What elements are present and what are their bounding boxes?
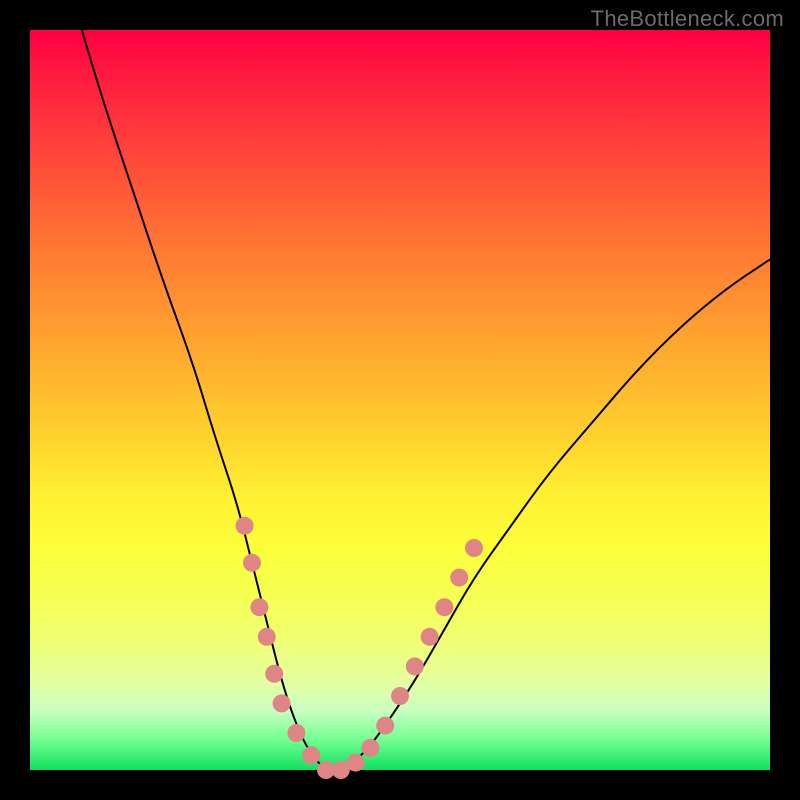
- curve-marker: [258, 628, 276, 646]
- curve-marker: [243, 554, 261, 572]
- curve-marker: [236, 517, 254, 535]
- curve-marker: [250, 598, 268, 616]
- plot-area: [30, 30, 770, 770]
- curve-marker: [302, 746, 320, 764]
- curve-marker: [273, 694, 291, 712]
- curve-marker: [406, 657, 424, 675]
- curve-marker: [435, 598, 453, 616]
- watermark-text: TheBottleneck.com: [591, 6, 784, 32]
- curve-marker: [376, 717, 394, 735]
- curve-marker: [265, 665, 283, 683]
- curve-marker: [450, 569, 468, 587]
- curve-marker: [347, 754, 365, 772]
- curve-marker: [361, 739, 379, 757]
- curve-marker: [287, 724, 305, 742]
- chart-svg: [30, 30, 770, 770]
- chart-frame: TheBottleneck.com: [0, 0, 800, 800]
- curve-marker: [421, 628, 439, 646]
- curve-marker: [391, 687, 409, 705]
- curve-marker: [465, 539, 483, 557]
- bottleneck-curve: [82, 30, 770, 770]
